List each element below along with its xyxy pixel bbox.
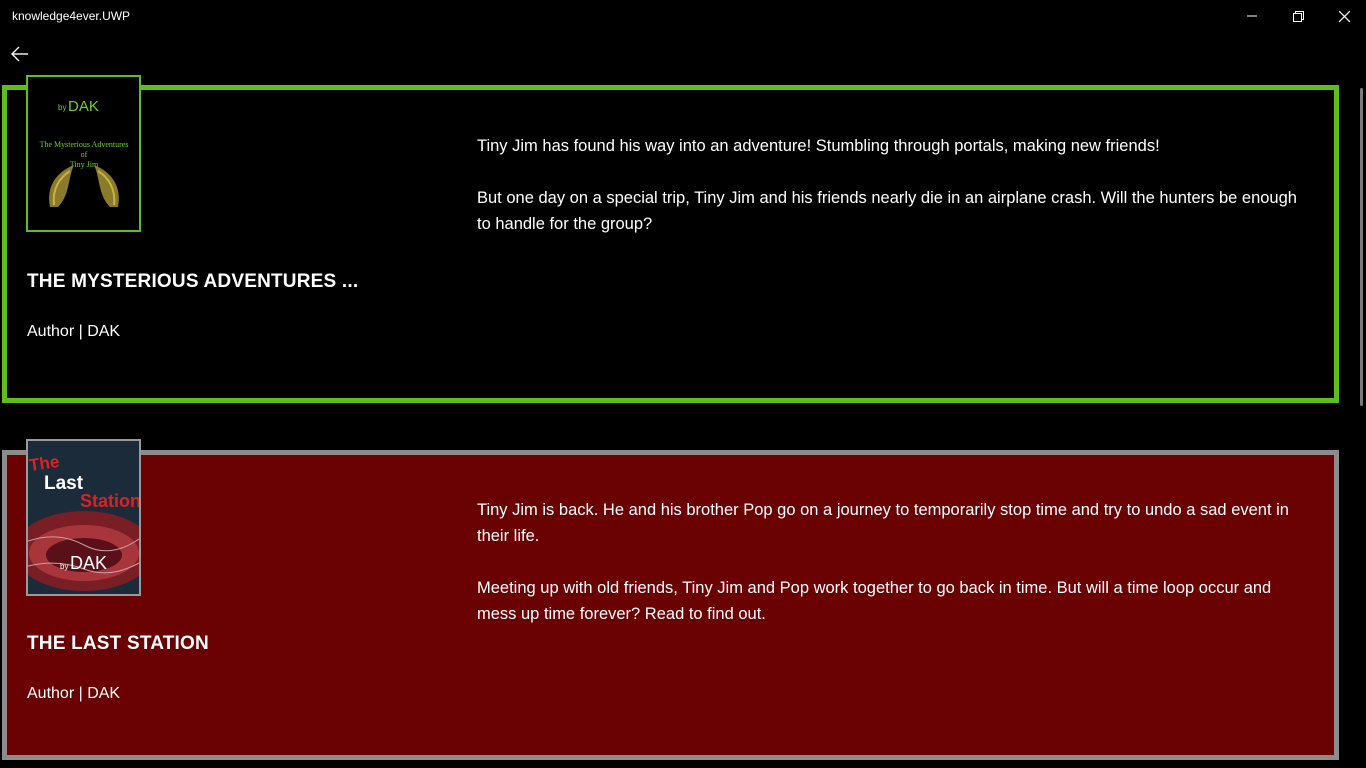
description-paragraph: But one day on a special trip, Tiny Jim … [477, 189, 1297, 233]
description-paragraph: Tiny Jim is back. He and his brother Pop… [477, 501, 1289, 545]
book-author: Author | DAK [27, 685, 121, 702]
restore-icon [1292, 10, 1304, 22]
vertical-scrollbar[interactable] [1360, 88, 1363, 406]
back-button[interactable] [6, 40, 34, 68]
minimize-icon [1247, 15, 1257, 17]
cover-author-text: DAK [70, 553, 107, 573]
description-paragraph: Meeting up with old friends, Tiny Jim an… [477, 579, 1272, 623]
minimize-button[interactable] [1229, 0, 1275, 32]
back-arrow-icon [11, 46, 28, 62]
cover-title-line1: The Mysterious Adventures [40, 140, 129, 149]
restore-button[interactable] [1275, 0, 1321, 32]
close-icon [1338, 10, 1350, 22]
book-cover-art: The Last Station by DAK [28, 441, 139, 594]
cover-title-line3: Tiny Jim [70, 160, 99, 169]
book-cover: The Last Station by DAK [26, 439, 141, 596]
book-author: Author | DAK [27, 323, 121, 340]
book-description: Tiny Jim is back. He and his brother Pop… [477, 497, 1307, 653]
cover-author-text: DAK [68, 98, 99, 115]
cover-by-text: by [60, 562, 68, 571]
cover-by-text: by [58, 103, 66, 112]
cover-title-station: Station [80, 491, 139, 511]
description-paragraph: Tiny Jim has found his way into an adven… [477, 137, 1160, 155]
book-title: THE MYSTERIOUS ADVENTURES ... [27, 271, 359, 292]
book-description: Tiny Jim has found his way into an adven… [477, 133, 1307, 263]
app-title: knowledge4ever.UWP [12, 9, 131, 23]
cover-title-line2: of [81, 150, 88, 159]
book-title: THE LAST STATION [27, 633, 209, 654]
book-cover: by DAK The Mysterious Adventures of Tiny… [26, 75, 141, 232]
title-bar: knowledge4ever.UWP [0, 0, 1366, 32]
cover-title-last: Last [44, 473, 84, 494]
book-cover-art: by DAK The Mysterious Adventures of Tiny… [28, 77, 139, 230]
close-button[interactable] [1321, 0, 1366, 32]
